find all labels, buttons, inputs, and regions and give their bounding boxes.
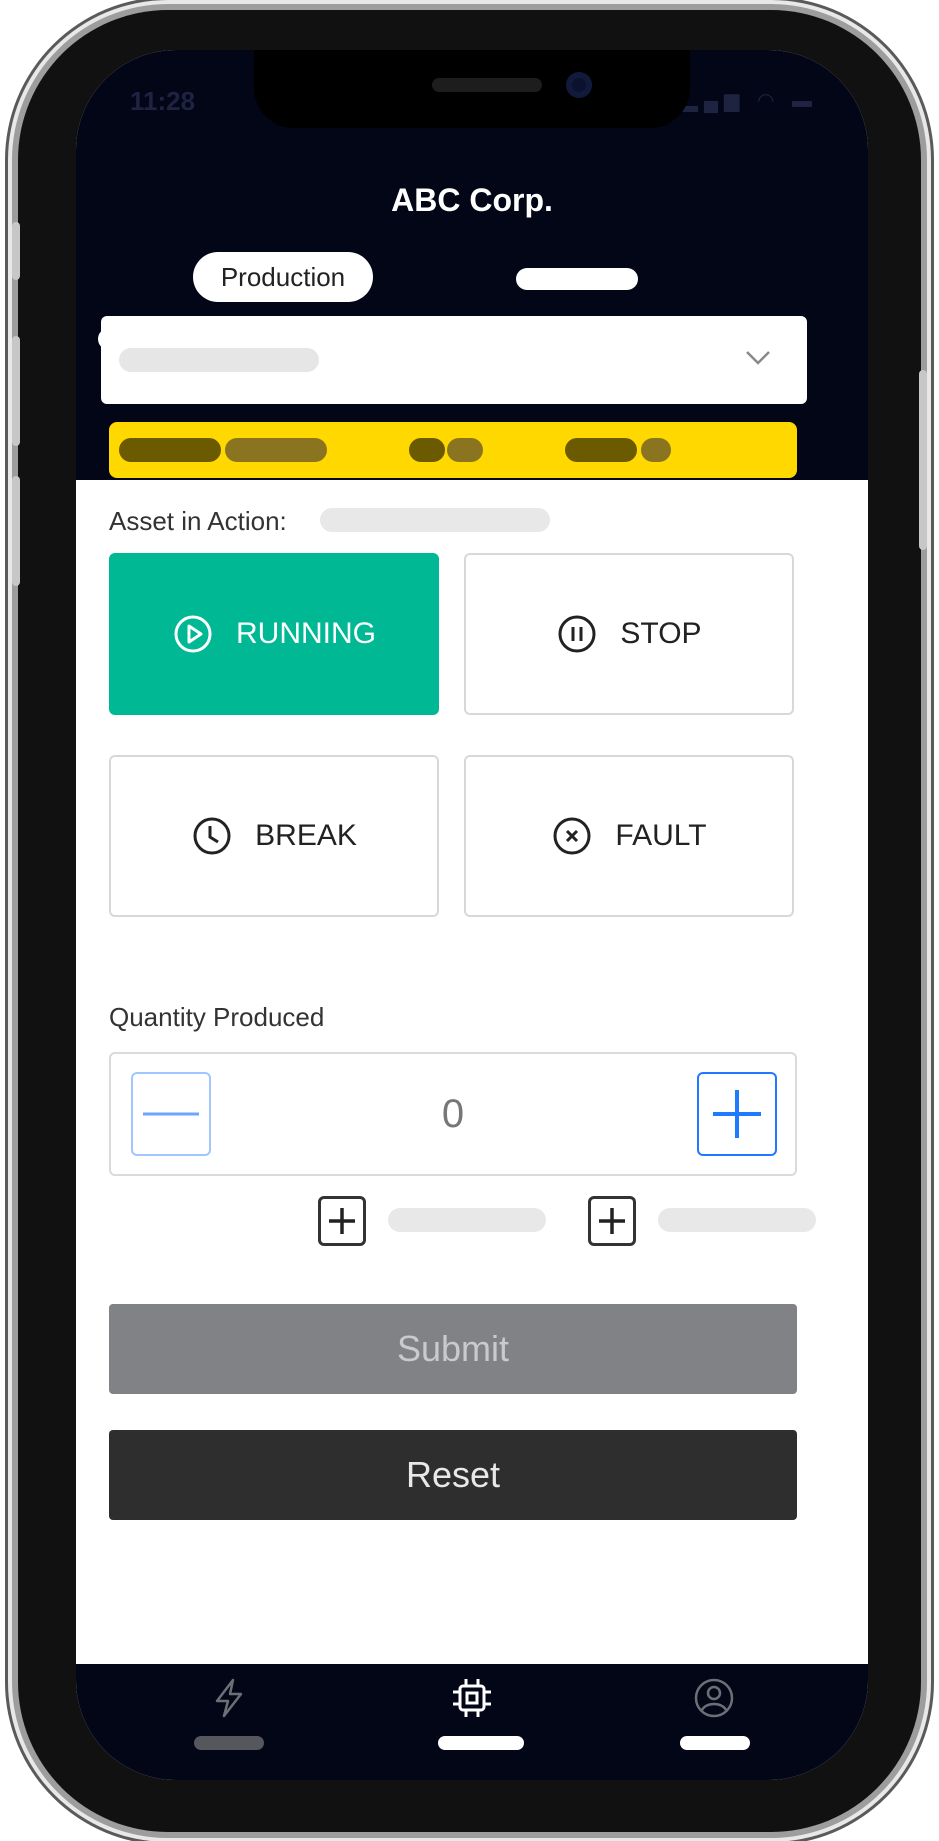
plus-icon: [599, 1208, 625, 1234]
break-button[interactable]: BREAK: [109, 755, 439, 917]
quantity-produced-label: Quantity Produced: [109, 1002, 325, 1032]
status-banner: [109, 422, 797, 478]
reset-button[interactable]: Reset: [109, 1430, 797, 1520]
signal-icon: ▂▄▆: [682, 90, 746, 112]
quantity-value[interactable]: 0: [111, 1092, 795, 1137]
battery-icon: ▬: [792, 90, 818, 112]
tab-production[interactable]: Production: [193, 252, 373, 302]
running-button[interactable]: RUNNING: [109, 553, 439, 715]
banner-segment: [641, 438, 671, 462]
camera-icon: [566, 72, 592, 98]
banner-segment: [409, 438, 445, 462]
nav-indicator-active: [438, 1736, 524, 1750]
fault-label: FAULT: [615, 819, 707, 852]
wifi-icon: ◠: [756, 90, 781, 112]
chip-icon: [453, 1679, 491, 1717]
banner-segment: [447, 438, 483, 462]
pause-circle-icon: [558, 615, 596, 653]
phone-notch: [254, 50, 690, 128]
minus-icon: [143, 1112, 199, 1116]
asset-select[interactable]: [101, 316, 807, 404]
banner-segment: [565, 438, 637, 462]
asset-in-action-label: Asset in Action:: [109, 506, 287, 536]
play-circle-icon: [174, 615, 212, 653]
tab-secondary[interactable]: [516, 268, 638, 290]
quick-add-label-placeholder: [388, 1208, 546, 1232]
speaker-grille: [432, 78, 542, 92]
fault-button[interactable]: FAULT: [464, 755, 794, 917]
select-value-placeholder: [119, 348, 319, 372]
app-screen: 11:28 ▂▄▆ ◠ ▬ ABC Corp. Production Asset…: [76, 50, 868, 1780]
bottom-nav: [76, 1664, 868, 1780]
banner-segment: [225, 438, 327, 462]
break-label: BREAK: [255, 819, 357, 852]
plus-icon: [713, 1090, 761, 1138]
nav-indicator: [680, 1736, 750, 1750]
stop-button[interactable]: STOP: [464, 553, 794, 715]
status-icons: ▂▄▆ ◠ ▬: [682, 88, 818, 113]
nav-item-actions[interactable]: [169, 1676, 289, 1725]
clock-icon: [193, 817, 231, 855]
lightning-icon: [215, 1678, 243, 1718]
plus-icon: [329, 1208, 355, 1234]
nav-item-assets[interactable]: [412, 1676, 532, 1725]
user-circle-icon: [694, 1678, 734, 1718]
status-time: 11:28: [130, 86, 196, 116]
x-circle-icon: [553, 817, 591, 855]
quick-add-button[interactable]: [318, 1196, 366, 1246]
asset-in-action-value: [320, 508, 550, 532]
decrement-button[interactable]: [131, 1072, 211, 1156]
increment-button[interactable]: [697, 1072, 777, 1156]
phone-power-button: [919, 370, 927, 550]
quick-add-button[interactable]: [588, 1196, 636, 1246]
quantity-stepper: 0: [109, 1052, 797, 1176]
page-title: ABC Corp.: [391, 182, 553, 218]
phone-volume-up: [12, 336, 20, 446]
app-header: 11:28 ▂▄▆ ◠ ▬ ABC Corp. Production: [76, 50, 868, 480]
running-label: RUNNING: [236, 617, 376, 650]
chevron-down-icon: [746, 351, 770, 365]
nav-item-profile[interactable]: [654, 1676, 774, 1725]
banner-segment: [119, 438, 221, 462]
phone-side-button: [12, 222, 20, 280]
quick-add-label-placeholder: [658, 1208, 816, 1232]
stop-label: STOP: [620, 617, 702, 650]
phone-volume-down: [12, 476, 20, 586]
submit-button[interactable]: Submit: [109, 1304, 797, 1394]
nav-indicator: [194, 1736, 264, 1750]
